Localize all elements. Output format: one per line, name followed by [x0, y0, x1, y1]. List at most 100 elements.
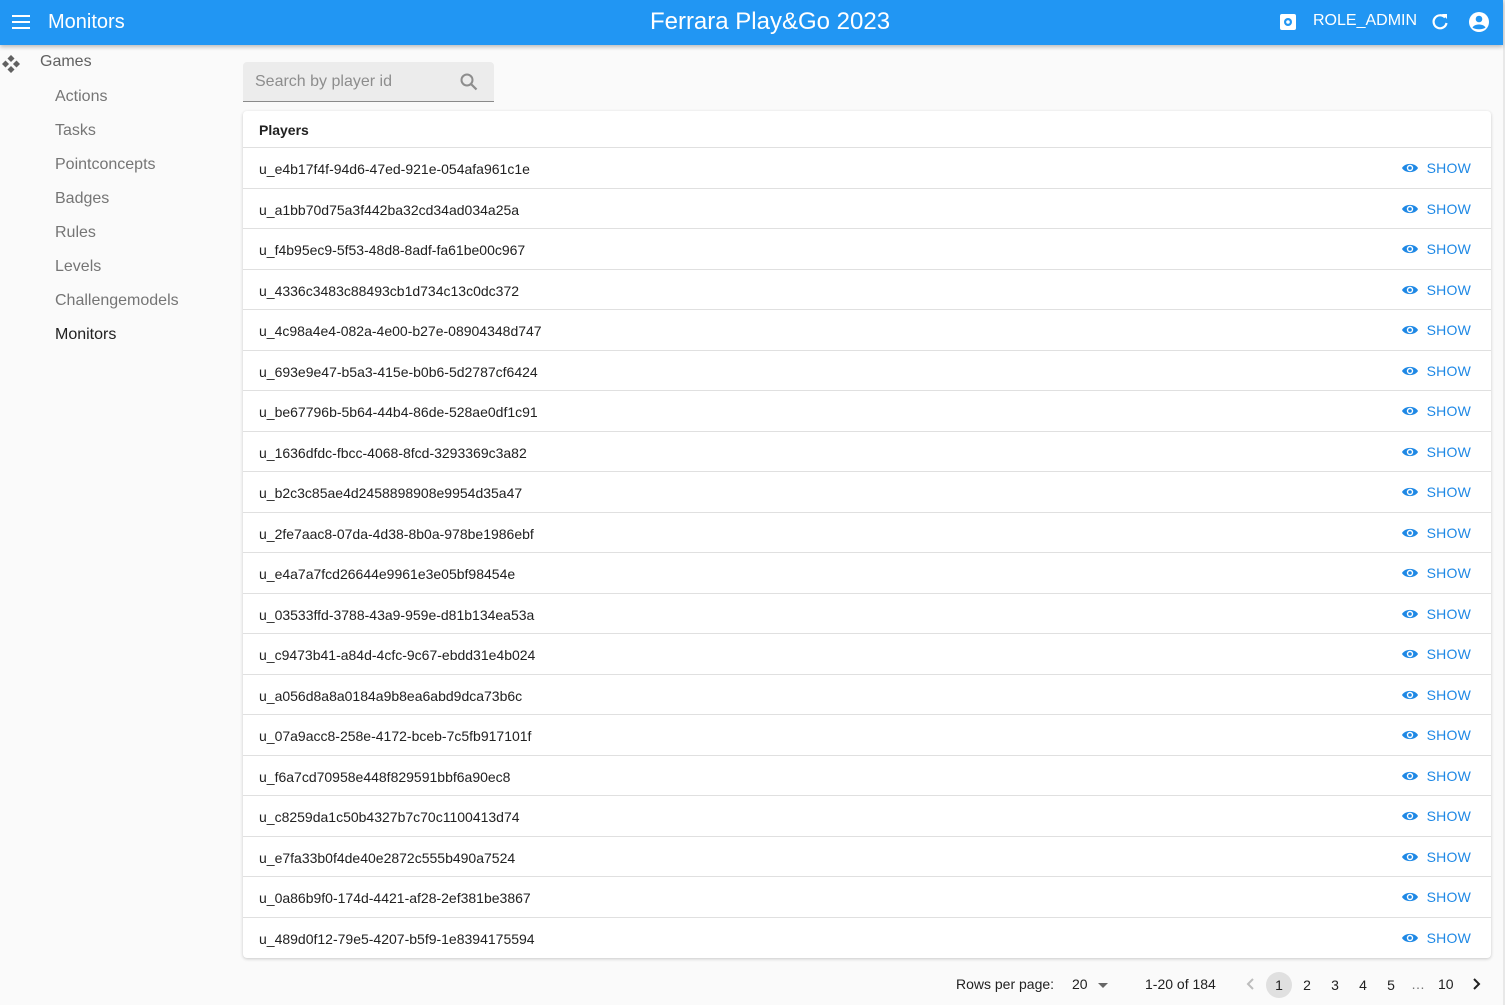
table-row: u_0a86b9f0-174d-4421-af28-2ef381be3867 SH…: [243, 877, 1491, 918]
show-label: SHOW: [1426, 605, 1471, 622]
page-button-3[interactable]: 3: [1322, 972, 1348, 998]
show-label: SHOW: [1426, 524, 1471, 541]
page-button-2[interactable]: 2: [1294, 972, 1320, 998]
show-label: SHOW: [1426, 889, 1471, 905]
rows-per-page-select[interactable]: 20: [1072, 976, 1108, 992]
page-button-5[interactable]: 5: [1378, 972, 1404, 998]
sidebar-item-pointconcepts[interactable]: Pointconcepts: [55, 156, 156, 174]
page-button-1[interactable]: 1: [1266, 972, 1292, 998]
eye-icon: [1401, 689, 1419, 701]
eye-icon: [1401, 608, 1419, 620]
player-id: u_f6a7cd70958e448f829591bbf6a90ec8: [259, 768, 511, 785]
pagination-ellipsis: …: [1411, 976, 1425, 992]
show-button[interactable]: SHOW: [1401, 848, 1471, 866]
show-button[interactable]: SHOW: [1401, 159, 1471, 177]
player-id: u_f4b95ec9-5f53-48d8-8adf-fa61be00c967: [259, 242, 526, 258]
sidebar-item-tasks[interactable]: Tasks: [55, 122, 96, 140]
sidebar-item-games[interactable]: Games: [0, 53, 200, 73]
chevron-right-icon[interactable]: [1469, 976, 1483, 992]
show-button[interactable]: SHOW: [1401, 362, 1471, 380]
show-button[interactable]: SHOW: [1401, 767, 1471, 785]
player-id: u_e4a7a7fcd26644e9961e3e05bf98454e: [259, 566, 516, 582]
player-id: u_07a9acc8-258e-4172-bceb-7c5fb917101f: [259, 728, 532, 744]
show-button[interactable]: SHOW: [1401, 524, 1471, 542]
player-id: u_a056d8a8a0184a9b8ea6abd9dca73b6c: [259, 687, 523, 704]
table-row: u_f6a7cd70958e448f829591bbf6a90ec8 SHOW: [243, 756, 1491, 796]
app-bar: Monitors Ferrara Play&Go 2023 ROLE_ADMIN: [0, 0, 1503, 45]
sidebar-item-challengemodels[interactable]: Challengemodels: [55, 292, 179, 310]
table-row: u_b2c3c85ae4d2458898908e9954d35a47 SHOW: [243, 472, 1491, 513]
show-label: SHOW: [1426, 200, 1471, 217]
sidebar-item-rules[interactable]: Rules: [55, 224, 96, 242]
player-id: u_be67796b-5b64-44b4-86de-528ae0df1c91: [259, 404, 538, 420]
sidebar-item-levels[interactable]: Levels: [55, 258, 101, 276]
table-row: u_693e9e47-b5a3-415e-b0b6-5d2787cf6424 SH…: [243, 351, 1491, 391]
show-button[interactable]: SHOW: [1401, 605, 1471, 623]
player-id: u_2fe7aac8-07da-4d38-8b0a-978be1986ebf: [259, 525, 534, 542]
show-button[interactable]: SHOW: [1401, 564, 1471, 582]
show-button[interactable]: SHOW: [1401, 686, 1471, 704]
table-row: u_f4b95ec9-5f53-48d8-8adf-fa61be00c967 SH…: [243, 229, 1491, 270]
table-header: Players: [243, 111, 1491, 148]
sidebar-item-actions[interactable]: Actions: [55, 88, 107, 106]
refresh-icon[interactable]: [1430, 12, 1450, 32]
player-id: u_c8259da1c50b4327b7c70c1100413d74: [259, 809, 520, 825]
eye-icon: [1401, 527, 1419, 539]
show-button[interactable]: SHOW: [1401, 929, 1471, 947]
page-button-10[interactable]: 10: [1438, 976, 1454, 992]
player-id: u_e4b17f4f-94d6-47ed-921e-054afa961c1e: [259, 161, 530, 177]
show-button[interactable]: SHOW: [1401, 807, 1471, 825]
search-input[interactable]: [255, 72, 450, 92]
eye-icon: [1401, 203, 1419, 215]
sidebar-item-badges[interactable]: Badges: [55, 190, 109, 208]
eye-icon: [1401, 770, 1419, 782]
show-label: SHOW: [1426, 646, 1471, 662]
show-label: SHOW: [1426, 565, 1471, 581]
eye-icon: [1401, 810, 1419, 822]
settings-icon[interactable]: [1278, 12, 1298, 32]
show-button[interactable]: SHOW: [1401, 726, 1471, 744]
table-row: u_c9473b41-a84d-4cfc-9c67-ebdd31e4b024 SH…: [243, 634, 1491, 675]
table-row: u_e4b17f4f-94d6-47ed-921e-054afa961c1e SH…: [243, 148, 1491, 189]
show-button[interactable]: SHOW: [1401, 645, 1471, 663]
player-id: u_1636dfdc-fbcc-4068-8fcd-3293369c3a82: [259, 444, 527, 461]
player-id: u_4c98a4e4-082a-4e00-b27e-08904348d747: [259, 323, 542, 339]
show-button[interactable]: SHOW: [1401, 321, 1471, 339]
show-button[interactable]: SHOW: [1401, 443, 1471, 461]
player-id: u_03533ffd-3788-43a9-959e-d81b134ea53a: [259, 606, 535, 623]
show-label: SHOW: [1426, 443, 1471, 460]
table-row: u_a056d8a8a0184a9b8ea6abd9dca73b6c SHOW: [243, 675, 1491, 715]
player-id: u_a1bb70d75a3f442ba32cd34ad034a25a: [259, 201, 520, 218]
table-row: u_4336c3483c88493cb1d734c13c0dc372 SHOW: [243, 270, 1491, 310]
column-header-players: Players: [259, 122, 309, 138]
rows-per-page-label: Rows per page:: [956, 976, 1055, 992]
table-row: u_be67796b-5b64-44b4-86de-528ae0df1c91 SH…: [243, 391, 1491, 432]
account-circle-icon[interactable]: [1468, 11, 1490, 33]
table-body: u_e4b17f4f-94d6-47ed-921e-054afa961c1e SH…: [243, 148, 1491, 958]
show-button[interactable]: SHOW: [1401, 402, 1471, 420]
player-id: u_b2c3c85ae4d2458898908e9954d35a47: [259, 485, 523, 501]
page-button-4[interactable]: 4: [1350, 972, 1376, 998]
search-icon[interactable]: [459, 72, 479, 92]
eye-icon: [1401, 567, 1419, 579]
show-button[interactable]: SHOW: [1401, 888, 1471, 906]
eye-icon: [1401, 284, 1419, 296]
show-button[interactable]: SHOW: [1401, 200, 1471, 218]
table-row: u_e4a7a7fcd26644e9961e3e05bf98454e SHOW: [243, 553, 1491, 594]
show-label: SHOW: [1426, 362, 1471, 379]
show-label: SHOW: [1426, 929, 1471, 946]
show-label: SHOW: [1426, 686, 1471, 703]
eye-icon: [1401, 324, 1419, 336]
role-label[interactable]: ROLE_ADMIN: [1313, 12, 1417, 30]
eye-icon: [1401, 405, 1419, 417]
sidebar-item-monitors[interactable]: Monitors: [55, 326, 116, 344]
show-button[interactable]: SHOW: [1401, 281, 1471, 299]
eye-icon: [1401, 891, 1419, 903]
eye-icon: [1401, 162, 1419, 174]
show-label: SHOW: [1426, 160, 1471, 176]
show-button[interactable]: SHOW: [1401, 240, 1471, 258]
show-button[interactable]: SHOW: [1401, 483, 1471, 501]
table-row: u_c8259da1c50b4327b7c70c1100413d74 SHOW: [243, 796, 1491, 837]
chevron-left-icon[interactable]: [1244, 976, 1258, 992]
table-row: u_e7fa33b0f4de40e2872c555b490a7524 SHOW: [243, 837, 1491, 877]
